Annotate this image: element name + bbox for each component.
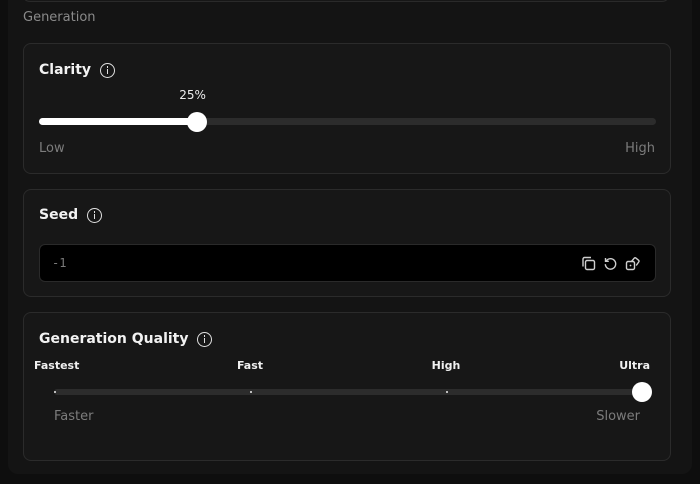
- quality-title: Generation Quality: [39, 331, 189, 347]
- quality-tick: [54, 391, 56, 393]
- quality-faster-caption: Faster: [54, 409, 94, 424]
- quality-header: Generation Quality: [39, 331, 213, 347]
- seed-value: -1: [52, 256, 67, 270]
- quality-level-fastest[interactable]: Fastest: [34, 359, 79, 372]
- info-icon[interactable]: [87, 207, 103, 223]
- clarity-card: Clarity 25% Low High: [23, 43, 671, 174]
- reset-icon[interactable]: [603, 256, 618, 271]
- quality-tick: [250, 391, 252, 393]
- quality-tick: [446, 391, 448, 393]
- quality-level-high[interactable]: High: [432, 359, 461, 372]
- copy-icon[interactable]: [581, 256, 596, 271]
- generation-quality-card: Generation Quality Fastest Fast High Ultra …: [23, 312, 671, 461]
- clarity-value-label: 25%: [179, 88, 206, 102]
- section-title: Generation: [23, 10, 96, 25]
- clarity-title: Clarity: [39, 62, 92, 78]
- seed-title: Seed: [39, 207, 79, 223]
- clarity-low-label: Low: [39, 141, 65, 156]
- seed-card: Seed -1: [23, 189, 671, 297]
- info-icon[interactable]: [100, 62, 116, 78]
- clarity-header: Clarity: [39, 62, 116, 78]
- quality-level-fast[interactable]: Fast: [237, 359, 263, 372]
- clarity-slider[interactable]: [39, 111, 656, 132]
- previous-card-edge: [22, 0, 670, 2]
- quality-slider[interactable]: [54, 382, 652, 402]
- dice-icon[interactable]: [625, 256, 640, 271]
- quality-slider-thumb[interactable]: [632, 382, 652, 402]
- quality-level-ultra[interactable]: Ultra: [619, 359, 650, 372]
- quality-slower-caption: Slower: [596, 409, 640, 424]
- clarity-slider-thumb[interactable]: [187, 111, 208, 132]
- clarity-slider-fill: [39, 118, 200, 125]
- seed-header: Seed: [39, 207, 103, 223]
- clarity-high-label: High: [625, 141, 655, 156]
- seed-input[interactable]: -1: [39, 244, 656, 282]
- info-icon[interactable]: [197, 331, 213, 347]
